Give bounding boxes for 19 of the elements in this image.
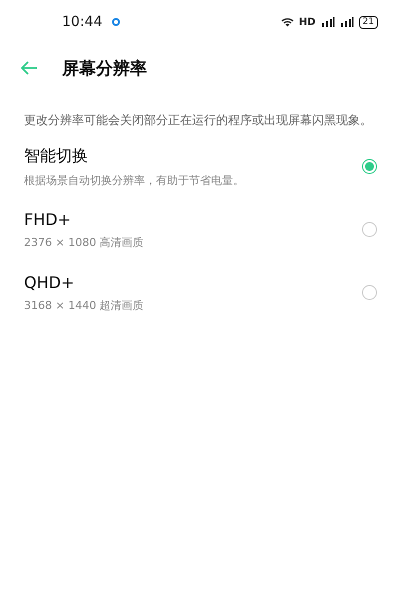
back-button[interactable] <box>20 61 38 75</box>
option-description: 3168 × 1440 超清画质 <box>24 298 145 312</box>
clock: 10:44 <box>62 14 102 30</box>
option-label: 智能切换 <box>24 146 89 166</box>
battery-level: 21 <box>358 16 378 28</box>
option-description: 根据场景自动切换分辨率，有助于节省电量。 <box>24 172 245 188</box>
info-text: 更改分辨率可能会关闭部分正在运行的程序或出现屏幕闪黑现象。 <box>24 112 373 129</box>
network-label: HD <box>298 16 316 28</box>
signal-icon <box>320 17 335 27</box>
radio-button[interactable] <box>362 285 377 300</box>
radio-button[interactable] <box>362 159 377 174</box>
wifi-icon <box>280 17 294 27</box>
notification-icon <box>112 18 120 26</box>
signal-icon <box>340 17 354 27</box>
radio-button[interactable] <box>362 222 377 237</box>
option-label: FHD+ <box>24 210 72 228</box>
option-description: 2376 × 1080 高清画质 <box>24 234 145 250</box>
option-label: QHD+ <box>24 272 76 292</box>
page-title: 屏幕分辨率 <box>62 58 147 80</box>
